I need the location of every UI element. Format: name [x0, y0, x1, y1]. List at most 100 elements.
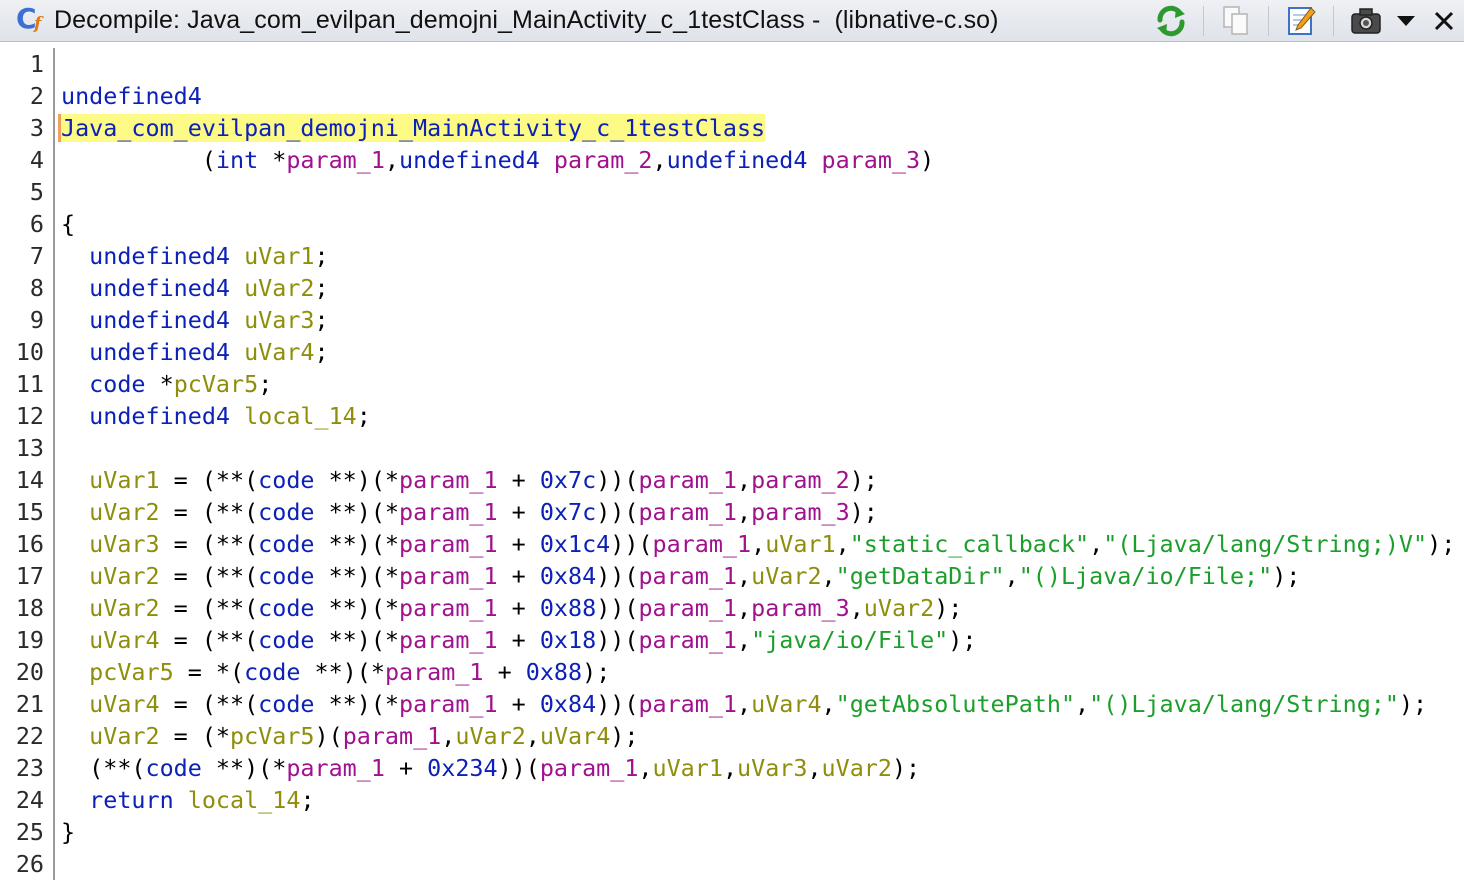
code-line[interactable]: 1: [0, 48, 1464, 80]
code-punctuation: ,: [1075, 690, 1090, 718]
code-punctuation: *: [145, 370, 174, 398]
line-number: 26: [15, 850, 44, 878]
code-punctuation: [61, 562, 89, 590]
edit-button[interactable]: [1279, 2, 1323, 40]
code-punctuation: (**(: [61, 754, 146, 782]
code-punctuation: );: [934, 594, 963, 622]
code-line[interactable]: 25}: [0, 816, 1464, 848]
snapshot-button[interactable]: [1344, 2, 1388, 40]
code-line[interactable]: 15 uVar2 = (**(code **)(*param_1 + 0x7c)…: [0, 496, 1464, 528]
code-local-variable: uVar2: [89, 562, 160, 590]
code-line[interactable]: 13: [0, 432, 1464, 464]
window-title: Decompile: Java_com_evilpan_demojni_Main…: [54, 6, 999, 34]
code-punctuation: **)(*: [314, 626, 400, 654]
code-line[interactable]: 17 uVar2 = (**(code **)(*param_1 + 0x84)…: [0, 560, 1464, 592]
code-punctuation: ,: [652, 146, 667, 174]
line-number: 4: [29, 146, 44, 174]
code-line[interactable]: 19 uVar4 = (**(code **)(*param_1 + 0x18)…: [0, 624, 1464, 656]
code-punctuation: [61, 338, 89, 366]
code-punctuation: ,: [737, 690, 752, 718]
code-punctuation: );: [1272, 562, 1301, 590]
code-text: uVar2 = (**(code **)(*param_1 + 0x88))(p…: [61, 592, 962, 624]
code-punctuation: +: [497, 530, 540, 558]
code-parameter: param_2: [751, 466, 850, 494]
code-keyword: code: [258, 466, 315, 494]
snapshot-icon: [1351, 8, 1381, 34]
code-keyword: code: [258, 626, 315, 654]
code-line[interactable]: 12 undefined4 local_14;: [0, 400, 1464, 432]
code-punctuation: [61, 370, 89, 398]
code-parameter: param_1: [638, 562, 738, 590]
code-line[interactable]: 24 return local_14;: [0, 784, 1464, 816]
code-line[interactable]: 11 code *pcVar5;: [0, 368, 1464, 400]
code-line[interactable]: 6{: [0, 208, 1464, 240]
code-line[interactable]: 2 undefined4: [0, 80, 1464, 112]
code-punctuation: [230, 338, 244, 366]
code-punctuation: [174, 786, 188, 814]
code-punctuation: *: [258, 146, 287, 174]
code-line[interactable]: 18 uVar2 = (**(code **)(*param_1 + 0x88)…: [0, 592, 1464, 624]
line-number: 18: [15, 594, 44, 622]
code-punctuation: );: [891, 754, 921, 782]
refresh-button[interactable]: [1149, 2, 1193, 40]
decompiler-code-view[interactable]: 1 2 undefined4 3 Java_com_evilpan_demojni_Ma…: [0, 48, 1464, 888]
code-text: (int *param_1,undefined4 param_2,undefin…: [61, 144, 934, 176]
line-number: 16: [15, 530, 44, 558]
code-local-variable: uVar1: [765, 530, 836, 558]
code-line[interactable]: 21 uVar4 = (**(code **)(*param_1 + 0x84)…: [0, 688, 1464, 720]
code-line[interactable]: 5: [0, 176, 1464, 208]
line-number: 6: [29, 210, 44, 238]
code-punctuation: ,: [821, 562, 836, 590]
code-punctuation: [61, 690, 89, 718]
code-parameter: param_1: [399, 626, 498, 654]
code-line[interactable]: 16 uVar3 = (**(code **)(*param_1 + 0x1c4…: [0, 528, 1464, 560]
code-local-variable: uVar3: [89, 530, 160, 558]
code-parameter: param_3: [821, 146, 921, 174]
code-line[interactable]: 10 undefined4 uVar4;: [0, 336, 1464, 368]
code-punctuation: ,: [737, 562, 752, 590]
code-punctuation: [61, 274, 89, 302]
code-punctuation: ))(: [596, 690, 639, 718]
code-parameter: param_1: [638, 626, 738, 654]
line-number: 11: [15, 370, 44, 398]
code-string: "getDataDir": [835, 562, 1005, 590]
code-parameter: param_1: [638, 466, 738, 494]
code-number: 0x88: [539, 594, 597, 622]
code-line[interactable]: 20 pcVar5 = *(code **)(*param_1 + 0x88);: [0, 656, 1464, 688]
code-number: 0x7c: [539, 498, 597, 526]
code-line[interactable]: 9 undefined4 uVar3;: [0, 304, 1464, 336]
code-punctuation: );: [1398, 690, 1428, 718]
code-punctuation: ))(: [596, 466, 639, 494]
code-line[interactable]: 8 undefined4 uVar2;: [0, 272, 1464, 304]
code-punctuation: ,: [525, 722, 540, 750]
code-line[interactable]: 22 uVar2 = (*pcVar5)(param_1,uVar2,uVar4…: [0, 720, 1464, 752]
code-local-variable: uVar4: [89, 626, 160, 654]
code-line[interactable]: 7 undefined4 uVar1;: [0, 240, 1464, 272]
code-punctuation: = (**(: [159, 530, 259, 558]
code-line[interactable]: 3 Java_com_evilpan_demojni_MainActivity_c…: [0, 112, 1464, 144]
code-punctuation: = (**(: [159, 562, 259, 590]
copy-button[interactable]: [1214, 2, 1258, 40]
close-button[interactable]: [1424, 2, 1464, 40]
code-punctuation: (: [61, 146, 216, 174]
code-punctuation: [61, 402, 89, 430]
code-line[interactable]: 26: [0, 848, 1464, 880]
code-punctuation: }: [61, 818, 76, 846]
code-local-variable: pcVar5: [89, 658, 174, 686]
code-punctuation: );: [582, 658, 611, 686]
code-punctuation: +: [497, 562, 540, 590]
line-number: 5: [29, 178, 44, 206]
menu-dropdown-button[interactable]: [1388, 2, 1424, 40]
code-parameter: param_1: [399, 498, 498, 526]
code-string: "java/io/File": [751, 626, 949, 654]
toolbar-separator: [1203, 6, 1204, 36]
code-line[interactable]: 4 (int *param_1,undefined4 param_2,undef…: [0, 144, 1464, 176]
edit-icon: [1288, 7, 1316, 35]
code-punctuation: ,: [1004, 562, 1019, 590]
line-number: 8: [29, 274, 44, 302]
code-punctuation: **)(*: [314, 466, 400, 494]
line-number: 12: [15, 402, 44, 430]
code-text: uVar4 = (**(code **)(*param_1 + 0x84))(p…: [61, 688, 1427, 720]
code-line[interactable]: 14 uVar1 = (**(code **)(*param_1 + 0x7c)…: [0, 464, 1464, 496]
code-line[interactable]: 23 (**(code **)(*param_1 + 0x234))(param…: [0, 752, 1464, 784]
